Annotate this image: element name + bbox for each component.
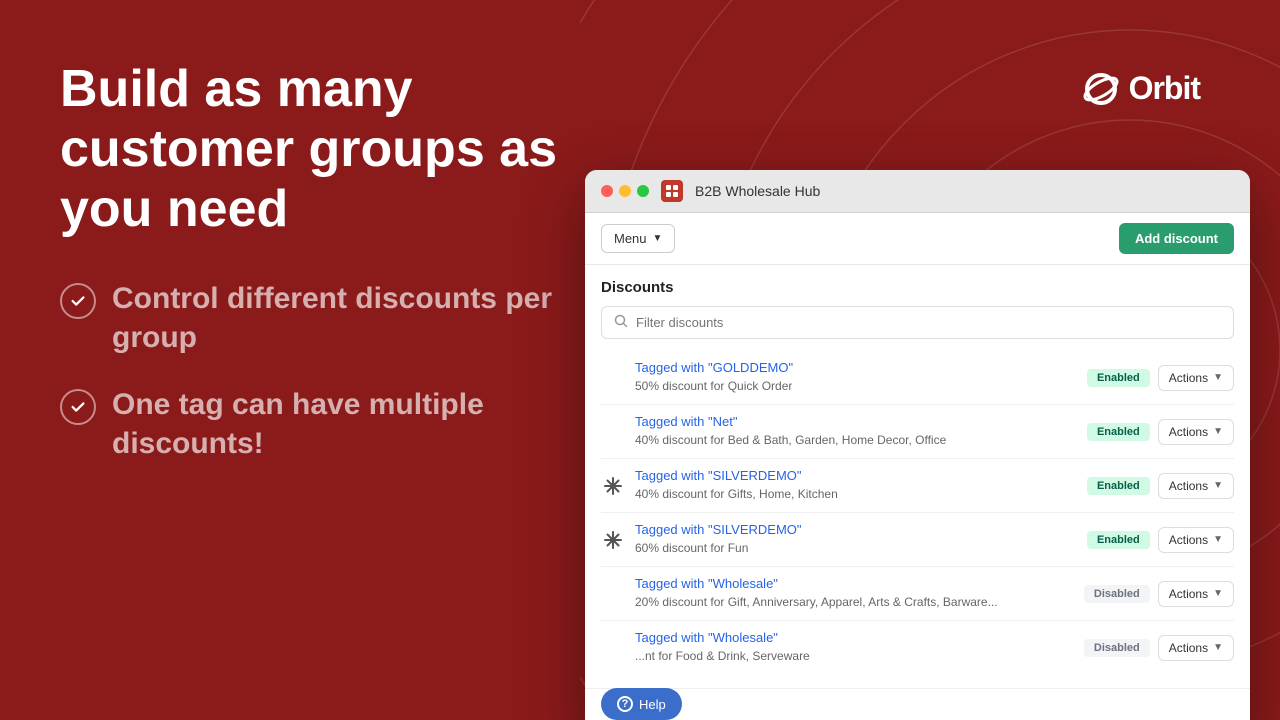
row-info-6: Tagged with "Wholesale" ...nt for Food &…: [635, 630, 1074, 665]
row-info-1: Tagged with "GOLDDEMO" 50% discount for …: [635, 360, 1077, 395]
traffic-light-red[interactable]: [601, 185, 613, 197]
help-circle-icon: ?: [617, 696, 633, 712]
row-info-4: Tagged with "SILVERDEMO" 60% discount fo…: [635, 522, 1077, 557]
app-icon: [661, 180, 683, 202]
row-actions-2: Enabled Actions ▼: [1087, 419, 1234, 445]
discounts-section: Discounts Tagged with "GOLDDEM: [585, 265, 1250, 688]
row-desc-2: 40% discount for Bed & Bath, Garden, Hom…: [635, 433, 946, 447]
actions-label-1: Actions: [1169, 371, 1208, 385]
actions-chevron-icon-2: ▼: [1213, 426, 1223, 437]
orbit-logo: Orbit: [1083, 70, 1200, 107]
row-actions-4: Enabled Actions ▼: [1087, 527, 1234, 553]
row-desc-3: 40% discount for Gifts, Home, Kitchen: [635, 487, 838, 501]
row-desc-4: 60% discount for Fun: [635, 541, 748, 555]
row-info-2: Tagged with "Net" 40% discount for Bed &…: [635, 414, 1077, 449]
actions-label-4: Actions: [1169, 533, 1208, 547]
actions-chevron-icon-4: ▼: [1213, 534, 1223, 545]
star-icon-3: [601, 474, 625, 498]
row-no-icon-spacer-1: [601, 366, 625, 390]
background: Build as many customer groups as you nee…: [0, 0, 1280, 720]
add-discount-button[interactable]: Add discount: [1119, 223, 1234, 254]
main-heading: Build as many customer groups as you nee…: [60, 60, 560, 239]
row-desc-5: 20% discount for Gift, Anniversary, Appa…: [635, 595, 998, 609]
table-row: Tagged with "GOLDDEMO" 50% discount for …: [601, 351, 1234, 405]
row-name-6[interactable]: Tagged with "Wholesale": [635, 630, 1074, 645]
bullet-item-2: One tag can have multiple discounts!: [60, 385, 560, 463]
toolbar: Menu ▼ Add discount: [585, 213, 1250, 265]
star-icon-4: [601, 528, 625, 552]
actions-button-6[interactable]: Actions ▼: [1158, 635, 1234, 661]
row-info-3: Tagged with "SILVERDEMO" 40% discount fo…: [635, 468, 1077, 503]
actions-chevron-icon-1: ▼: [1213, 372, 1223, 383]
app-body: Menu ▼ Add discount Discounts: [585, 213, 1250, 720]
help-button[interactable]: ? Help: [601, 688, 682, 720]
actions-label-2: Actions: [1169, 425, 1208, 439]
actions-button-2[interactable]: Actions ▼: [1158, 419, 1234, 445]
traffic-light-yellow[interactable]: [619, 185, 631, 197]
status-badge-3: Enabled: [1087, 477, 1150, 495]
actions-label-6: Actions: [1169, 641, 1208, 655]
row-name-4[interactable]: Tagged with "SILVERDEMO": [635, 522, 1077, 537]
search-box: [601, 306, 1234, 339]
bullet-item-1: Control different discounts per group: [60, 279, 560, 357]
app-title: B2B Wholesale Hub: [695, 183, 820, 199]
row-desc-6: ...nt for Food & Drink, Serveware: [635, 649, 810, 663]
bullet-list: Control different discounts per group On…: [60, 279, 560, 463]
help-bar: ? Help: [585, 688, 1250, 720]
actions-chevron-icon-3: ▼: [1213, 480, 1223, 491]
row-no-icon-spacer-6: [601, 636, 625, 660]
discounts-title: Discounts: [601, 279, 1234, 296]
app-window: B2B Wholesale Hub Menu ▼ Add discount Di…: [585, 170, 1250, 720]
table-row: Tagged with "Wholesale" ...nt for Food &…: [601, 621, 1234, 674]
search-icon: [614, 314, 628, 331]
row-name-3[interactable]: Tagged with "SILVERDEMO": [635, 468, 1077, 483]
table-row: Tagged with "Net" 40% discount for Bed &…: [601, 405, 1234, 459]
traffic-light-green[interactable]: [637, 185, 649, 197]
search-input[interactable]: [636, 315, 1221, 330]
actions-button-1[interactable]: Actions ▼: [1158, 365, 1234, 391]
check-icon-1: [60, 283, 96, 319]
actions-chevron-icon-5: ▼: [1213, 588, 1223, 599]
row-no-icon-spacer-5: [601, 582, 625, 606]
help-label: Help: [639, 697, 666, 712]
row-name-1[interactable]: Tagged with "GOLDDEMO": [635, 360, 1077, 375]
row-actions-3: Enabled Actions ▼: [1087, 473, 1234, 499]
row-actions-6: Disabled Actions ▼: [1084, 635, 1234, 661]
row-name-2[interactable]: Tagged with "Net": [635, 414, 1077, 429]
table-row: Tagged with "SILVERDEMO" 60% discount fo…: [601, 513, 1234, 567]
bullet-text-1: Control different discounts per group: [112, 279, 560, 357]
row-name-5[interactable]: Tagged with "Wholesale": [635, 576, 1074, 591]
traffic-lights: [601, 185, 649, 197]
row-desc-1: 50% discount for Quick Order: [635, 379, 792, 393]
status-badge-6: Disabled: [1084, 639, 1150, 657]
row-info-5: Tagged with "Wholesale" 20% discount for…: [635, 576, 1074, 611]
title-bar: B2B Wholesale Hub: [585, 170, 1250, 213]
status-badge-5: Disabled: [1084, 585, 1150, 603]
menu-label: Menu: [614, 231, 647, 246]
table-row: Tagged with "SILVERDEMO" 40% discount fo…: [601, 459, 1234, 513]
actions-label-3: Actions: [1169, 479, 1208, 493]
row-no-icon-spacer-2: [601, 420, 625, 444]
actions-chevron-icon-6: ▼: [1213, 642, 1223, 653]
status-badge-1: Enabled: [1087, 369, 1150, 387]
check-icon-2: [60, 389, 96, 425]
row-actions-1: Enabled Actions ▼: [1087, 365, 1234, 391]
row-actions-5: Disabled Actions ▼: [1084, 581, 1234, 607]
status-badge-2: Enabled: [1087, 423, 1150, 441]
actions-label-5: Actions: [1169, 587, 1208, 601]
menu-button[interactable]: Menu ▼: [601, 224, 675, 253]
orbit-logo-icon: [1083, 71, 1125, 107]
menu-chevron-icon: ▼: [653, 233, 663, 244]
left-content: Build as many customer groups as you nee…: [60, 60, 560, 463]
bullet-text-2: One tag can have multiple discounts!: [112, 385, 560, 463]
orbit-logo-text: Orbit: [1129, 70, 1200, 107]
actions-button-4[interactable]: Actions ▼: [1158, 527, 1234, 553]
actions-button-3[interactable]: Actions ▼: [1158, 473, 1234, 499]
table-row: Tagged with "Wholesale" 20% discount for…: [601, 567, 1234, 621]
status-badge-4: Enabled: [1087, 531, 1150, 549]
actions-button-5[interactable]: Actions ▼: [1158, 581, 1234, 607]
